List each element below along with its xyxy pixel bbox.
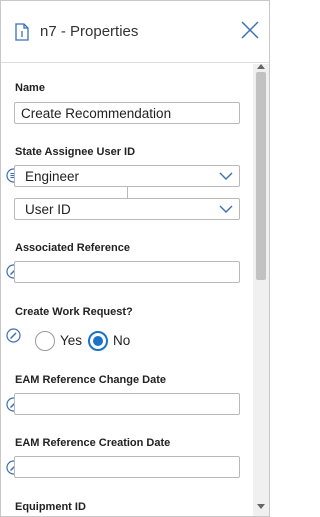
assignee-type-value: User ID: [25, 202, 71, 217]
eam-change-date-input[interactable]: [14, 393, 240, 415]
name-value: Create Recommendation: [21, 106, 172, 121]
assignee-role-value: Engineer: [25, 169, 80, 184]
assignee-type-select[interactable]: User ID: [14, 198, 240, 220]
chevron-down-icon: [219, 172, 233, 180]
eam-change-date-label: EAM Reference Change Date: [15, 374, 166, 386]
properties-panel: n7 - Properties Name Create Recommendati…: [0, 0, 270, 517]
equipment-id-label: Equipment ID: [15, 501, 86, 513]
document-icon: [15, 23, 29, 41]
radio-yes[interactable]: [35, 331, 55, 351]
create-work-request-label: Create Work Request?: [15, 306, 133, 318]
eam-creation-date-input[interactable]: [14, 456, 240, 478]
associated-reference-label: Associated Reference: [15, 242, 130, 254]
name-input[interactable]: Create Recommendation: [14, 102, 240, 124]
assignee-role-select[interactable]: Engineer: [14, 165, 240, 187]
close-icon[interactable]: [239, 19, 261, 41]
scrollbar[interactable]: [253, 64, 269, 516]
properties-form: Name Create Recommendation State Assigne…: [1, 64, 253, 516]
associated-reference-input[interactable]: [14, 261, 240, 283]
scroll-up-arrow[interactable]: [257, 64, 265, 69]
radio-no-label: No: [113, 333, 131, 348]
scroll-down-arrow[interactable]: [257, 504, 265, 509]
create-work-request-radio-group: Yes No: [35, 331, 155, 353]
radio-yes-label: Yes: [60, 333, 83, 348]
pencil-icon[interactable]: [6, 328, 21, 343]
radio-no[interactable]: [88, 331, 108, 351]
panel-header: n7 - Properties: [1, 1, 269, 63]
select-connector: [127, 187, 128, 198]
eam-creation-date-label: EAM Reference Creation Date: [15, 437, 171, 449]
panel-title: n7 - Properties: [40, 23, 139, 40]
state-assignee-label: State Assignee User ID: [15, 146, 136, 158]
name-label: Name: [15, 82, 45, 94]
chevron-down-icon: [219, 205, 233, 213]
scroll-thumb[interactable]: [256, 72, 266, 280]
